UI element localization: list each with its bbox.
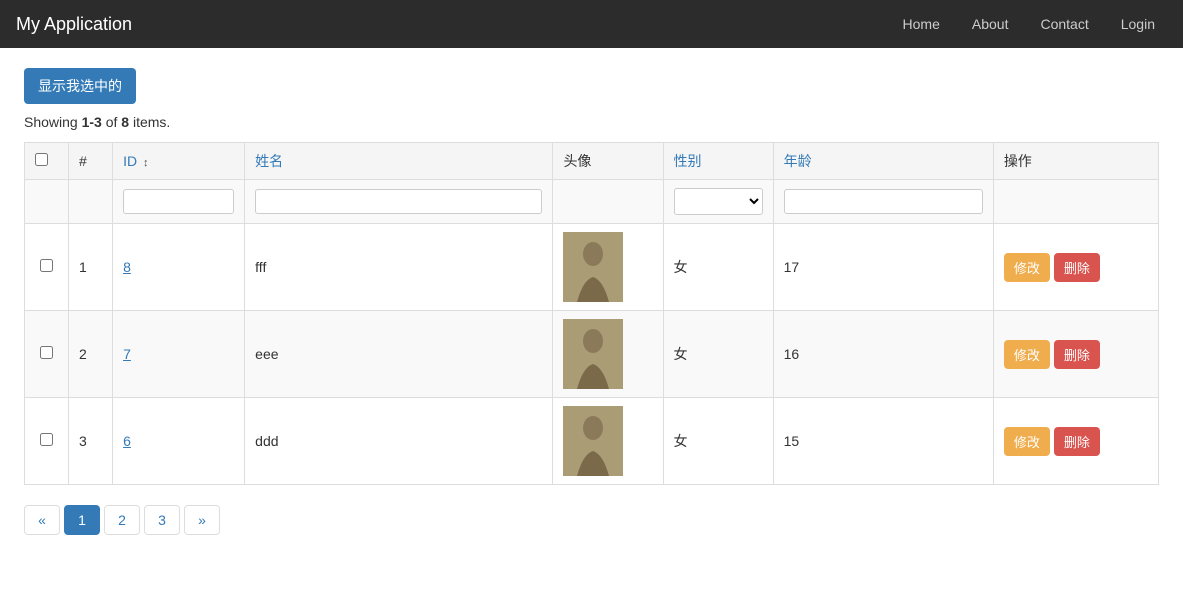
delete-button[interactable]: 删除 bbox=[1054, 427, 1100, 456]
table-row: 36ddd 女15修改删除 bbox=[25, 398, 1159, 485]
row-id-link[interactable]: 8 bbox=[123, 259, 131, 275]
row-checkbox[interactable] bbox=[40, 259, 53, 272]
row-checkbox[interactable] bbox=[40, 346, 53, 359]
page-next-button[interactable]: » bbox=[184, 505, 220, 535]
row-num: 3 bbox=[69, 398, 113, 485]
pagination: « 1 2 3 » bbox=[24, 505, 1159, 535]
row-gender: 女 bbox=[663, 224, 773, 311]
nav-home[interactable]: Home bbox=[891, 8, 952, 40]
table-row: 18fff 女17修改删除 bbox=[25, 224, 1159, 311]
row-id-link[interactable]: 6 bbox=[123, 433, 131, 449]
col-header-name: 姓名 bbox=[245, 143, 553, 180]
filter-gender-select[interactable]: 男 女 bbox=[674, 188, 763, 215]
page-prev-button[interactable]: « bbox=[24, 505, 60, 535]
nav-contact[interactable]: Contact bbox=[1028, 8, 1100, 40]
avatar bbox=[563, 319, 623, 389]
nav-about[interactable]: About bbox=[960, 8, 1021, 40]
row-num: 2 bbox=[69, 311, 113, 398]
col-header-check bbox=[25, 143, 69, 180]
row-actions: 修改删除 bbox=[993, 398, 1158, 485]
delete-button[interactable]: 删除 bbox=[1054, 253, 1100, 282]
nav-links: Home About Contact Login bbox=[891, 8, 1167, 40]
row-check-cell bbox=[25, 311, 69, 398]
delete-button[interactable]: 删除 bbox=[1054, 340, 1100, 369]
filter-num bbox=[69, 180, 113, 224]
table-body: 18fff 女17修改删除27eee 女16修改删除36ddd 女15修改删除 bbox=[25, 224, 1159, 485]
table-header-row: # ID ↕ 姓名 头像 性别 年龄 操作 bbox=[25, 143, 1159, 180]
showing-range: 1-3 bbox=[82, 114, 102, 130]
col-header-avatar: 头像 bbox=[553, 143, 663, 180]
col-header-action: 操作 bbox=[993, 143, 1158, 180]
row-id: 8 bbox=[113, 224, 245, 311]
filter-id-cell bbox=[113, 180, 245, 224]
app-title: My Application bbox=[16, 14, 132, 35]
row-avatar-cell bbox=[553, 398, 663, 485]
row-id-link[interactable]: 7 bbox=[123, 346, 131, 362]
navbar: My Application Home About Contact Login bbox=[0, 0, 1183, 48]
showing-total: 8 bbox=[121, 114, 129, 130]
filter-gender-cell: 男 女 bbox=[663, 180, 773, 224]
row-id: 7 bbox=[113, 311, 245, 398]
show-selected-button[interactable]: 显示我选中的 bbox=[24, 68, 136, 104]
edit-button[interactable]: 修改 bbox=[1004, 427, 1050, 456]
select-all-checkbox[interactable] bbox=[35, 153, 48, 166]
filter-id-input[interactable] bbox=[123, 189, 234, 214]
showing-prefix: Showing bbox=[24, 114, 82, 130]
page-2-button[interactable]: 2 bbox=[104, 505, 140, 535]
edit-button[interactable]: 修改 bbox=[1004, 340, 1050, 369]
row-avatar-cell bbox=[553, 311, 663, 398]
row-actions: 修改删除 bbox=[993, 224, 1158, 311]
col-id-label: ID bbox=[123, 153, 137, 169]
col-header-age: 年龄 bbox=[773, 143, 993, 180]
row-avatar-cell bbox=[553, 224, 663, 311]
row-age: 16 bbox=[773, 311, 993, 398]
row-gender: 女 bbox=[663, 311, 773, 398]
filter-check bbox=[25, 180, 69, 224]
page-1-button[interactable]: 1 bbox=[64, 505, 100, 535]
filter-action-cell bbox=[993, 180, 1158, 224]
row-num: 1 bbox=[69, 224, 113, 311]
row-name: eee bbox=[245, 311, 553, 398]
data-table: # ID ↕ 姓名 头像 性别 年龄 操作 bbox=[24, 142, 1159, 485]
showing-info: Showing 1-3 of 8 items. bbox=[24, 114, 1159, 130]
col-header-id[interactable]: ID ↕ bbox=[113, 143, 245, 180]
showing-of: of bbox=[102, 114, 121, 130]
filter-row: 男 女 bbox=[25, 180, 1159, 224]
avatar bbox=[563, 406, 623, 476]
row-checkbox[interactable] bbox=[40, 433, 53, 446]
row-age: 15 bbox=[773, 398, 993, 485]
edit-button[interactable]: 修改 bbox=[1004, 253, 1050, 282]
row-actions: 修改删除 bbox=[993, 311, 1158, 398]
avatar bbox=[563, 232, 623, 302]
sort-icon: ↕ bbox=[143, 157, 149, 169]
col-header-num: # bbox=[69, 143, 113, 180]
row-check-cell bbox=[25, 398, 69, 485]
filter-name-cell bbox=[245, 180, 553, 224]
showing-suffix: items. bbox=[129, 114, 170, 130]
main-content: 显示我选中的 Showing 1-3 of 8 items. # ID ↕ 姓名… bbox=[0, 48, 1183, 555]
row-age: 17 bbox=[773, 224, 993, 311]
row-check-cell bbox=[25, 224, 69, 311]
row-gender: 女 bbox=[663, 398, 773, 485]
row-name: ddd bbox=[245, 398, 553, 485]
page-3-button[interactable]: 3 bbox=[144, 505, 180, 535]
row-id: 6 bbox=[113, 398, 245, 485]
col-header-gender: 性别 bbox=[663, 143, 773, 180]
table-row: 27eee 女16修改删除 bbox=[25, 311, 1159, 398]
filter-age-cell bbox=[773, 180, 993, 224]
filter-name-input[interactable] bbox=[255, 189, 542, 214]
row-name: fff bbox=[245, 224, 553, 311]
filter-age-input[interactable] bbox=[784, 189, 983, 214]
nav-login[interactable]: Login bbox=[1109, 8, 1167, 40]
filter-avatar-cell bbox=[553, 180, 663, 224]
